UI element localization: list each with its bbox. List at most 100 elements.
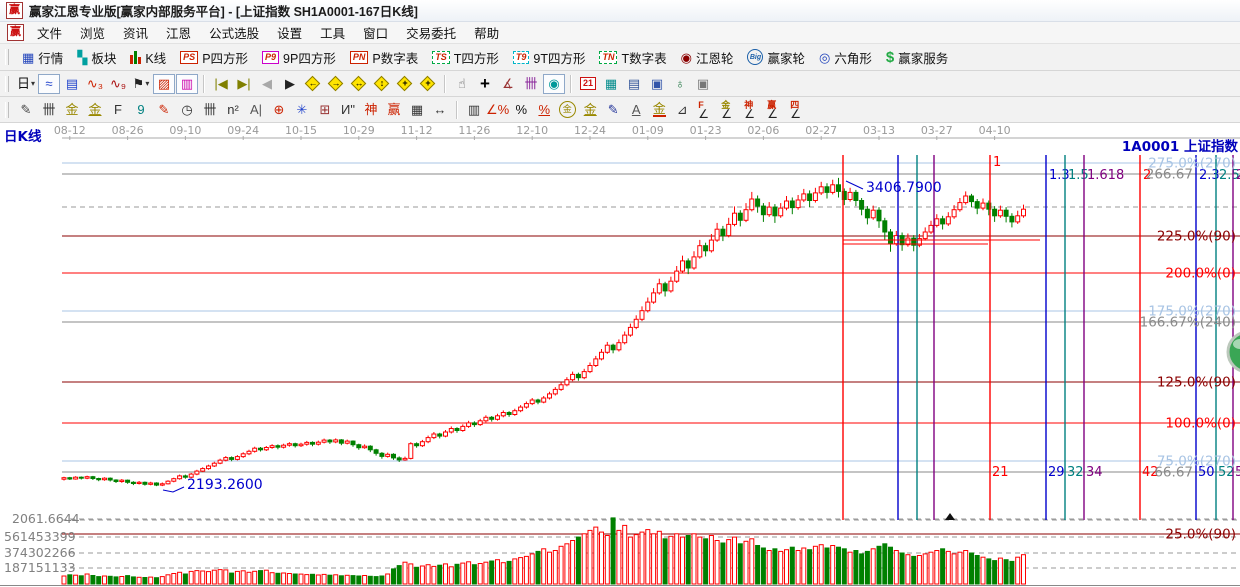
time-ruler-tool-icon[interactable]: 卌 [38,100,60,120]
toolbar-t-square[interactable]: TST四方形 [426,46,505,69]
mirror-tool-icon[interactable]: A| [245,100,267,120]
toolbar-kline-label: K线 [145,48,166,67]
toolbar-grip-icon[interactable] [5,102,9,118]
save-button-icon[interactable]: ▣ [646,74,668,94]
last-page-button-icon[interactable]: ▶| [233,74,255,94]
gold-redline-tool-icon[interactable]: 金 [648,100,670,120]
percent-line-tool-icon[interactable]: % [533,100,555,120]
si-angle-tool-icon[interactable]: 四∠ [786,100,808,120]
toolbar-9t-square[interactable]: T99T四方形 [507,46,592,69]
n-square-tool-icon[interactable]: n² [222,100,244,120]
grid-123-tool-icon[interactable]: ▦ [406,100,428,120]
ying-angle-tool-icon[interactable]: 赢∠ [763,100,785,120]
zoom-out-all-button-icon[interactable]: + [394,74,416,94]
toolbar-t-table[interactable]: TNT数字表 [593,46,672,69]
toolbar-kline[interactable]: K线 [124,46,172,69]
gold-angle-tool-icon[interactable]: 金∠ [717,100,739,120]
shen-tool-icon[interactable]: 神 [360,100,382,120]
zoom-full-button-icon[interactable]: + [417,74,439,94]
shen-angle-tool-icon[interactable]: 神∠ [740,100,762,120]
angle-measure-button-icon[interactable]: ∡ [497,74,519,94]
calculator-button-icon[interactable]: ▦ [600,74,622,94]
wave-3-button-icon[interactable]: ∿₃ [84,74,106,94]
menu-item-10[interactable]: 帮助 [465,23,508,42]
menu-item-2[interactable]: 浏览 [71,23,114,42]
circle-cross-tool-icon[interactable]: ⊕ [268,100,290,120]
menu-items: 文件浏览资讯江恩公式选股设置工具窗口交易委托帮助 [28,23,508,42]
h-extend-tool-icon[interactable]: ↔ [429,100,451,120]
pan-right-button-icon[interactable]: → [325,74,347,94]
main-toolbar: ▦行情▚板块 K线 PSP四方形P99P四方形PNP数字表TST四方形T99T四方形… [0,44,1240,71]
china-map-button-icon[interactable]: ▨ [153,74,175,94]
menu-item-8[interactable]: 窗口 [354,23,397,42]
price-ruler-tool-icon[interactable]: 卌 [199,100,221,120]
kline-chart[interactable]: 08-1208-2609-1009-2410-1510-2911-1211-26… [0,123,1240,587]
wave-mark-tool-icon[interactable]: И" [337,100,359,120]
gann-flash-button-icon[interactable]: 卌 [520,74,542,94]
gold-grid-tool-icon[interactable]: 金 [61,100,83,120]
red-marker-tool-icon[interactable]: ✎ [153,100,175,120]
toolbar-grip-icon[interactable] [5,49,9,65]
first-page-button-icon[interactable]: |◀ [210,74,232,94]
clock-cycle-tool-icon[interactable]: ◷ [176,100,198,120]
toolbar-sectors-label: 板块 [91,48,116,67]
memo-button-icon[interactable]: ▤ [623,74,645,94]
zoom-out-h-button-icon[interactable]: ↔ [348,74,370,94]
grid-box-tool-icon[interactable]: ⊞ [314,100,336,120]
toolbar-p-square[interactable]: PSP四方形 [174,46,254,69]
fib-grid-tool-icon[interactable]: F [107,100,129,120]
toolbar-gann-wheel[interactable]: ◉江恩轮 [675,46,740,69]
toolbar-hexagon-label: 六角形 [834,48,872,67]
crosshair-tool-button-icon[interactable]: + [474,74,496,94]
j-angle-tool-icon[interactable]: ⊿ [671,100,693,120]
hand-tool-button-icon[interactable]: ☝ [451,74,473,94]
zoom-in-h-button-icon[interactable]: ↕ [371,74,393,94]
svg-text:09-10: 09-10 [169,124,201,137]
wave-channel-tool-icon[interactable]: A [625,100,647,120]
menu-item-9[interactable]: 交易委托 [397,23,465,42]
star-wheel-tool-icon[interactable]: ✳ [291,100,313,120]
toolbar-9p-square-icon: P9 [262,51,279,64]
toolbar-grip-icon[interactable] [5,76,9,92]
zigzag-tool-button-icon[interactable]: ≈ [38,74,60,94]
gold-level-tool-icon[interactable]: 金 [579,100,601,120]
percent-angle-tool-icon[interactable]: ∠% [486,100,509,120]
smart-brain-button-icon[interactable]: ◉ [543,74,565,94]
menu-item-7[interactable]: 工具 [311,23,354,42]
next-bar-button-icon[interactable]: ▶ [279,74,301,94]
menu-item-1[interactable]: 文件 [28,23,71,42]
ying-tool-icon[interactable]: 赢 [383,100,405,120]
flag-marker-button-icon[interactable]: ⚑▾ [130,74,152,94]
svg-text:266.67: 266.67 [1146,167,1193,183]
nine-spiral-tool-icon[interactable]: 9 [130,100,152,120]
menu-item-5[interactable]: 公式选股 [200,23,268,42]
toolbar-winner-wheel[interactable]: Big赢家轮 [741,46,811,69]
gold-circle-tool-icon[interactable]: 金 [556,100,578,120]
chart-style-button-icon[interactable]: 日▾ [15,74,37,94]
gann-toolbar: ✎卌金金F9✎◷卌n²A|⊕✳⊞И"神赢▦↔▥∠%%%金金✎A金⊿F∠金∠神∠赢… [0,97,1240,123]
wave-9-button-icon[interactable]: ∿₉ [107,74,129,94]
toolbar-9p-square[interactable]: P99P四方形 [256,46,342,69]
toolbar-sectors[interactable]: ▚板块 [71,46,122,69]
calendar-button-icon[interactable]: 21 [577,74,599,94]
toolbar-winner-service[interactable]: $赢家服务 [880,46,954,69]
draw-line-tool-icon[interactable]: ✎ [15,100,37,120]
toolbar-quotes[interactable]: ▦行情 [16,46,69,69]
web-sync-button-icon[interactable]: ♁ [669,74,691,94]
menu-item-3[interactable]: 资讯 [114,23,157,42]
percent-tool-icon[interactable]: % [510,100,532,120]
prev-bar-button-icon[interactable]: ◀ [256,74,278,94]
pan-left-button-icon[interactable]: ← [302,74,324,94]
workstation-button-icon[interactable]: ▣ [692,74,714,94]
menu-item-6[interactable]: 设置 [268,23,311,42]
svg-text:25.0%(90): 25.0%(90) [1165,527,1236,543]
volume-profile-button-icon[interactable]: ▥ [176,74,198,94]
toolbar-p-table[interactable]: PNP数字表 [344,46,424,69]
brush-tool-icon[interactable]: ✎ [602,100,624,120]
measure-table-tool-icon[interactable]: ▥ [463,100,485,120]
menu-item-4[interactable]: 江恩 [157,23,200,42]
f10-report-button-icon[interactable]: ▤ [61,74,83,94]
gold-grid2-tool-icon[interactable]: 金 [84,100,106,120]
f-angle-tool-icon[interactable]: F∠ [694,100,716,120]
toolbar-hexagon[interactable]: ◎六角形 [813,46,878,69]
